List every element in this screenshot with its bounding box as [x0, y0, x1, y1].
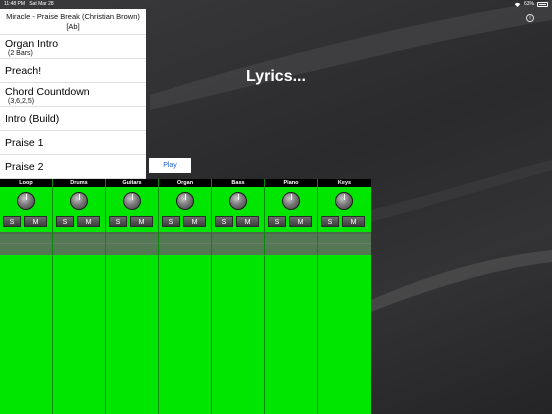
- battery-percent: 63%: [523, 1, 534, 7]
- pan-knob[interactable]: [123, 192, 141, 210]
- channel-keys: Keys S M: [318, 179, 371, 414]
- volume-track[interactable]: [318, 234, 371, 255]
- volume-track[interactable]: [53, 234, 105, 255]
- section-item-intro-build[interactable]: Intro (Build): [0, 107, 146, 131]
- solo-mute-row: S M: [162, 216, 206, 227]
- status-date: Sat Mar 28: [29, 1, 54, 7]
- section-item-organ-intro[interactable]: Organ Intro (2 Bars): [0, 35, 146, 59]
- solo-mute-row: S M: [268, 216, 312, 227]
- mute-button[interactable]: M: [236, 216, 259, 227]
- mute-button[interactable]: M: [342, 216, 365, 227]
- solo-mute-row: S M: [3, 216, 47, 227]
- channel-piano: Piano S M: [265, 179, 318, 414]
- status-bar: 11:48 PM Sat Mar 28 63%: [0, 0, 552, 9]
- section-name: Praise 2: [5, 161, 44, 173]
- solo-button[interactable]: S: [3, 216, 21, 227]
- section-name: Praise 1: [5, 137, 44, 149]
- channel-organ: Organ S M: [159, 179, 212, 414]
- mixer-panel: Loop S M Drums S M Guitars S M Organ S M…: [0, 179, 371, 414]
- solo-button[interactable]: S: [268, 216, 286, 227]
- channel-label: Loop: [0, 179, 52, 187]
- section-item-chord-countdown[interactable]: Chord Countdown (3,6,2,5): [0, 83, 146, 107]
- solo-mute-row: S M: [321, 216, 365, 227]
- channel-loop: Loop S M: [0, 179, 53, 414]
- play-button[interactable]: Play: [149, 158, 191, 173]
- status-right: 63%: [514, 0, 548, 9]
- section-item-preach[interactable]: Preach!: [0, 59, 146, 83]
- volume-track[interactable]: [265, 234, 317, 255]
- volume-track-line: [212, 243, 264, 244]
- section-name: Preach!: [5, 65, 42, 77]
- solo-mute-row: S M: [56, 216, 100, 227]
- pan-knob[interactable]: [335, 192, 353, 210]
- section-name: Intro (Build): [5, 113, 60, 125]
- status-time: 11:48 PM: [4, 1, 26, 7]
- section-name: Chord Countdown: [5, 86, 90, 98]
- pan-knob[interactable]: [176, 192, 194, 210]
- solo-button[interactable]: S: [56, 216, 74, 227]
- solo-mute-row: S M: [215, 216, 259, 227]
- section-name: Organ Intro: [5, 38, 59, 50]
- volume-track-line: [265, 243, 317, 244]
- channel-label: Organ: [159, 179, 211, 187]
- lyrics-display: Lyrics...: [246, 68, 306, 85]
- section-note: (3,6,2,5): [8, 98, 35, 105]
- volume-track-line: [0, 243, 52, 244]
- volume-track[interactable]: [0, 234, 52, 255]
- channel-label: Piano: [265, 179, 317, 187]
- volume-track[interactable]: [212, 234, 264, 255]
- battery-icon: [537, 2, 548, 7]
- wifi-icon: [514, 2, 521, 7]
- section-item-praise-1[interactable]: Praise 1: [0, 131, 146, 155]
- mute-button[interactable]: M: [289, 216, 312, 227]
- channel-label: Keys: [318, 179, 371, 187]
- volume-track-line: [106, 243, 158, 244]
- mute-button[interactable]: M: [130, 216, 153, 227]
- info-icon[interactable]: i: [526, 14, 534, 22]
- song-title: Miracle - Praise Break (Christian Brown)…: [0, 9, 146, 35]
- mute-button[interactable]: M: [77, 216, 100, 227]
- volume-track[interactable]: [106, 234, 158, 255]
- pan-knob[interactable]: [282, 192, 300, 210]
- solo-button[interactable]: S: [321, 216, 339, 227]
- channel-drums: Drums S M: [53, 179, 106, 414]
- volume-track-line: [159, 243, 211, 244]
- section-item-praise-2[interactable]: Praise 2: [0, 155, 146, 179]
- solo-button[interactable]: S: [215, 216, 233, 227]
- solo-mute-row: S M: [109, 216, 153, 227]
- channel-label: Bass: [212, 179, 264, 187]
- channel-label: Guitars: [106, 179, 158, 187]
- song-section-list: Miracle - Praise Break (Christian Brown)…: [0, 9, 146, 179]
- mute-button[interactable]: M: [24, 216, 47, 227]
- mute-button[interactable]: M: [183, 216, 206, 227]
- channel-bass: Bass S M: [212, 179, 265, 414]
- volume-track-line: [53, 243, 105, 244]
- pan-knob[interactable]: [17, 192, 35, 210]
- pan-knob[interactable]: [70, 192, 88, 210]
- channel-label: Drums: [53, 179, 105, 187]
- pan-knob[interactable]: [229, 192, 247, 210]
- solo-button[interactable]: S: [109, 216, 127, 227]
- status-left: 11:48 PM Sat Mar 28: [4, 0, 54, 9]
- solo-button[interactable]: S: [162, 216, 180, 227]
- volume-track[interactable]: [159, 234, 211, 255]
- channel-guitars: Guitars S M: [106, 179, 159, 414]
- section-note: (2 Bars): [8, 50, 33, 57]
- volume-track-line: [318, 243, 371, 244]
